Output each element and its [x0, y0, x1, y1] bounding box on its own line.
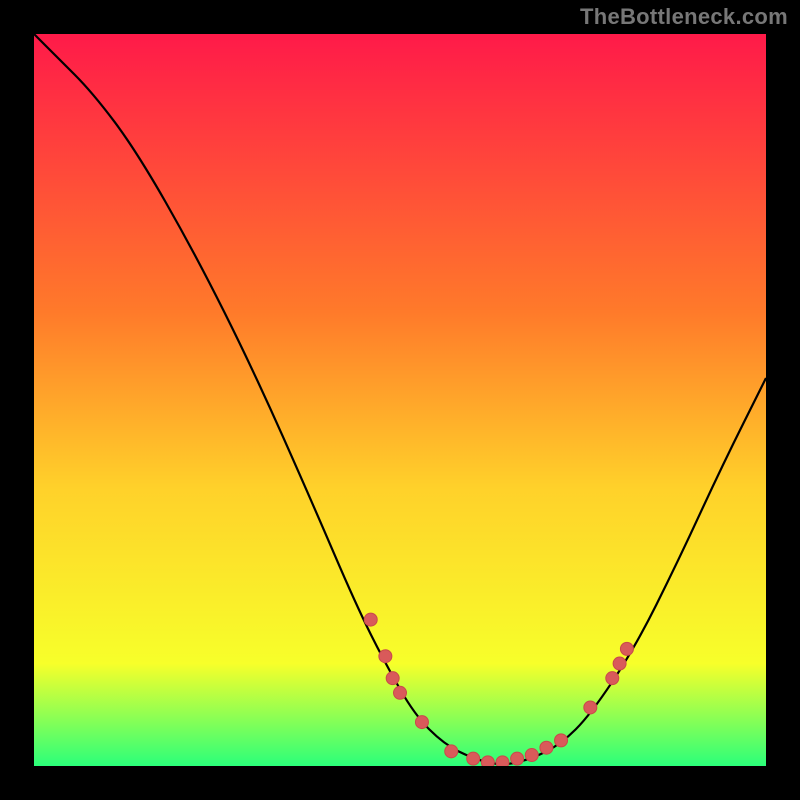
gradient-background	[34, 34, 766, 766]
data-dot	[511, 752, 524, 765]
data-dot	[496, 756, 509, 766]
data-dot	[386, 672, 399, 685]
data-dot	[364, 613, 377, 626]
data-dot	[525, 749, 538, 762]
data-dot	[584, 701, 597, 714]
data-dot	[415, 716, 428, 729]
chart-container: TheBottleneck.com	[0, 0, 800, 800]
data-dot	[606, 672, 619, 685]
data-dot	[613, 657, 626, 670]
chart-svg	[34, 34, 766, 766]
watermark-text: TheBottleneck.com	[580, 4, 788, 30]
data-dot	[540, 741, 553, 754]
plot-area	[34, 34, 766, 766]
data-dot	[555, 734, 568, 747]
data-dot	[481, 756, 494, 766]
data-dot	[379, 650, 392, 663]
data-dot	[394, 686, 407, 699]
data-dot	[445, 745, 458, 758]
data-dot	[620, 642, 633, 655]
data-dot	[467, 752, 480, 765]
